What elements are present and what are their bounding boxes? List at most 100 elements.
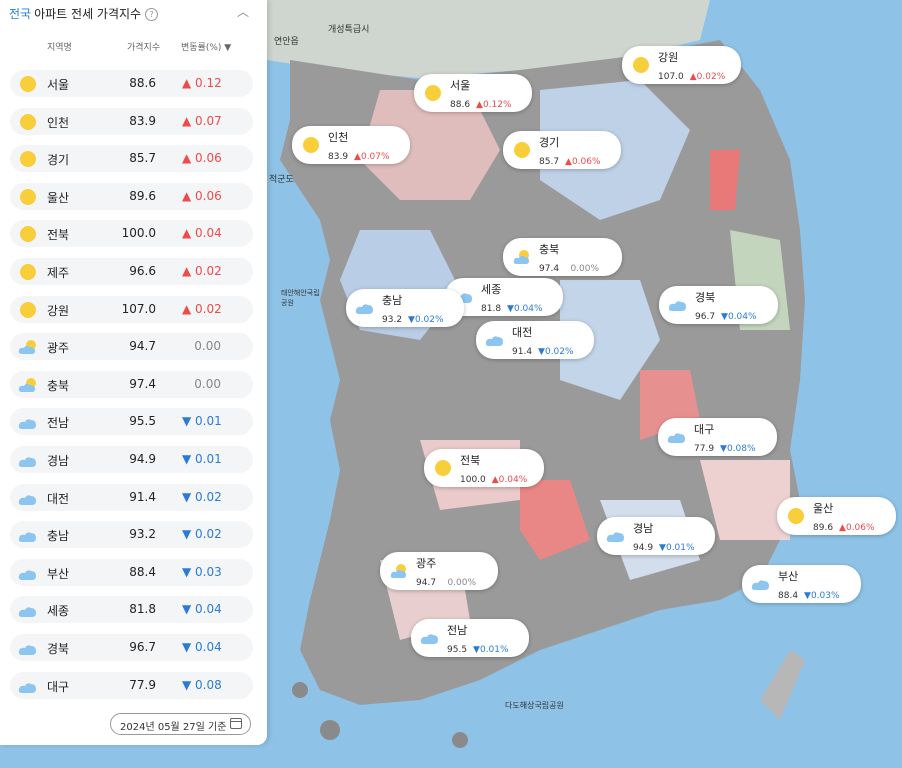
region-index: 77.9 bbox=[129, 677, 156, 692]
sun-icon bbox=[20, 301, 36, 318]
list-item[interactable]: 전북 100.0 ▲ 0.04 bbox=[10, 220, 253, 248]
list-item[interactable]: 경기 85.7 ▲ 0.06 bbox=[10, 145, 253, 173]
pin-region: 전북 bbox=[460, 454, 481, 467]
cloud-icon bbox=[751, 580, 769, 590]
cloud-icon bbox=[667, 433, 685, 443]
list-item[interactable]: 세종 81.8 ▼ 0.04 bbox=[10, 596, 253, 624]
region-index: 91.4 bbox=[129, 489, 156, 504]
map-pin-gyeonggi[interactable]: 경기 85.7 ▲0.06% bbox=[503, 131, 621, 169]
list-item[interactable]: 제주 96.6 ▲ 0.02 bbox=[10, 257, 253, 285]
pin-region: 강원 bbox=[658, 51, 679, 64]
partly-cloudy-icon bbox=[18, 340, 36, 355]
region-change: ▼ 0.02 bbox=[182, 489, 222, 504]
pin-index: 85.7 bbox=[539, 157, 560, 167]
pin-index: 100.0 bbox=[460, 475, 486, 485]
pin-change: ▲0.04% bbox=[491, 475, 528, 485]
region-index: 95.5 bbox=[129, 414, 156, 429]
region-change: ▼ 0.03 bbox=[182, 564, 222, 579]
pin-region: 서울 bbox=[450, 79, 471, 92]
pin-index: 91.4 bbox=[512, 347, 533, 357]
region-name: 경기 bbox=[47, 153, 70, 168]
region-change: ▲ 0.02 bbox=[182, 301, 222, 316]
pin-index: 96.7 bbox=[695, 312, 716, 322]
region-index: 81.8 bbox=[129, 602, 156, 617]
date-label: 2024년 05월 27일 기준 bbox=[120, 722, 227, 733]
region-change: ▼ 0.01 bbox=[182, 451, 222, 466]
list-item[interactable]: 경북 96.7 ▼ 0.04 bbox=[10, 633, 253, 661]
list-item[interactable]: 부산 88.4 ▼ 0.03 bbox=[10, 558, 253, 586]
pin-change: ▲0.07% bbox=[354, 152, 390, 162]
sun-icon bbox=[425, 85, 441, 101]
map-pin-chungnam[interactable]: 충남 93.2 ▼0.02% bbox=[346, 289, 464, 327]
list-item[interactable]: 경남 94.9 ▼ 0.01 bbox=[10, 445, 253, 473]
list-item[interactable]: 충북 97.4 0.00 bbox=[10, 370, 253, 398]
region-change: ▼ 0.04 bbox=[182, 639, 222, 654]
region-index: 94.7 bbox=[129, 339, 156, 354]
pin-change: ▼0.04% bbox=[721, 312, 757, 322]
map-pin-gyeongbuk[interactable]: 경북 96.7 ▼0.04% bbox=[659, 286, 778, 324]
map-pin-jeonbuk[interactable]: 전북 100.0 ▲0.04% bbox=[424, 449, 544, 487]
region-index: 83.9 bbox=[129, 113, 156, 128]
scope-selector[interactable]: 전국 bbox=[9, 7, 31, 21]
pin-region: 경북 bbox=[695, 291, 716, 304]
cloud-icon bbox=[606, 532, 624, 542]
region-name: 전북 bbox=[47, 228, 70, 243]
map-pin-ulsan[interactable]: 울산 89.6 ▲0.06% bbox=[777, 497, 896, 535]
region-index: 100.0 bbox=[121, 226, 156, 241]
question-circle-icon[interactable]: ? bbox=[145, 8, 159, 21]
cloud-icon bbox=[18, 494, 36, 505]
list-item[interactable]: 전남 95.5 ▼ 0.01 bbox=[10, 408, 253, 436]
region-change: 0.00 bbox=[194, 339, 221, 354]
region-change: ▼ 0.04 bbox=[182, 602, 222, 617]
pin-region: 경남 bbox=[633, 522, 654, 535]
pin-region: 대전 bbox=[512, 326, 533, 339]
date-selector[interactable]: 2024년 05월 27일 기준 bbox=[110, 713, 251, 735]
pin-region: 대구 bbox=[694, 423, 715, 436]
list-item[interactable]: 인천 83.9 ▲ 0.07 bbox=[10, 107, 253, 135]
pin-region: 울산 bbox=[813, 502, 834, 515]
cloud-icon bbox=[355, 304, 373, 314]
list-item[interactable]: 서울 88.6 ▲ 0.12 bbox=[10, 70, 253, 97]
region-index: 88.6 bbox=[129, 76, 156, 90]
region-change: ▼ 0.08 bbox=[182, 677, 222, 692]
map-pin-incheon[interactable]: 인천 83.9 ▲0.07% bbox=[292, 126, 410, 164]
map-pin-gyeongnam[interactable]: 경남 94.9 ▼0.01% bbox=[597, 517, 715, 555]
collapse-chevron-up-icon[interactable]: ︿ bbox=[237, 3, 249, 20]
list-item[interactable]: 강원 107.0 ▲ 0.02 bbox=[10, 295, 253, 323]
list-item[interactable]: 충남 93.2 ▼ 0.02 bbox=[10, 521, 253, 549]
sun-icon bbox=[20, 263, 36, 280]
region-index: 96.7 bbox=[129, 639, 156, 654]
pin-index: 107.0 bbox=[658, 72, 684, 82]
pin-change: ▲0.06% bbox=[839, 523, 875, 533]
map-pin-daegu[interactable]: 대구 77.9 ▼0.08% bbox=[658, 418, 777, 456]
map-pin-chungbuk[interactable]: 충북 97.4 0.00% bbox=[503, 238, 622, 276]
panel-title: 전국 아파트 전세 가격지수? bbox=[9, 5, 159, 22]
column-header-index[interactable]: 가격지수 bbox=[127, 40, 160, 53]
partly-cloudy-icon bbox=[390, 564, 406, 578]
region-index: 85.7 bbox=[129, 151, 156, 166]
pin-index: 88.4 bbox=[778, 591, 799, 601]
cloud-icon bbox=[420, 634, 438, 644]
map-pin-daejeon[interactable]: 대전 91.4 ▼0.02% bbox=[476, 321, 594, 359]
column-header-change[interactable]: 변동률(%) ▼ bbox=[181, 40, 231, 53]
region-name: 부산 bbox=[47, 566, 70, 581]
region-name: 충남 bbox=[47, 529, 70, 544]
region-name: 충북 bbox=[47, 378, 70, 393]
map-pin-jeonnam[interactable]: 전남 95.5 ▼0.01% bbox=[411, 619, 529, 657]
pin-index: 89.6 bbox=[813, 523, 834, 533]
map-pin-gangwon[interactable]: 강원 107.0 ▲0.02% bbox=[622, 46, 741, 84]
region-name: 대전 bbox=[47, 491, 70, 506]
map-pin-busan[interactable]: 부산 88.4 ▼0.03% bbox=[742, 565, 861, 603]
map-pin-seoul[interactable]: 서울 88.6 ▲0.12% bbox=[414, 74, 532, 112]
list-item[interactable]: 울산 89.6 ▲ 0.06 bbox=[10, 182, 253, 210]
pin-change: 0.00% bbox=[447, 578, 477, 588]
region-change: 0.00 bbox=[194, 376, 221, 391]
list-item[interactable]: 대전 91.4 ▼ 0.02 bbox=[10, 483, 253, 511]
list-item[interactable]: 광주 94.7 0.00 bbox=[10, 333, 253, 361]
region-name: 인천 bbox=[47, 115, 70, 130]
pin-change: ▼0.02% bbox=[408, 315, 444, 325]
region-index: 88.4 bbox=[129, 564, 156, 579]
map-pin-gwangju[interactable]: 광주 94.7 0.00% bbox=[380, 552, 498, 590]
cloud-icon bbox=[18, 457, 36, 467]
list-item[interactable]: 대구 77.9 ▼ 0.08 bbox=[10, 671, 253, 699]
